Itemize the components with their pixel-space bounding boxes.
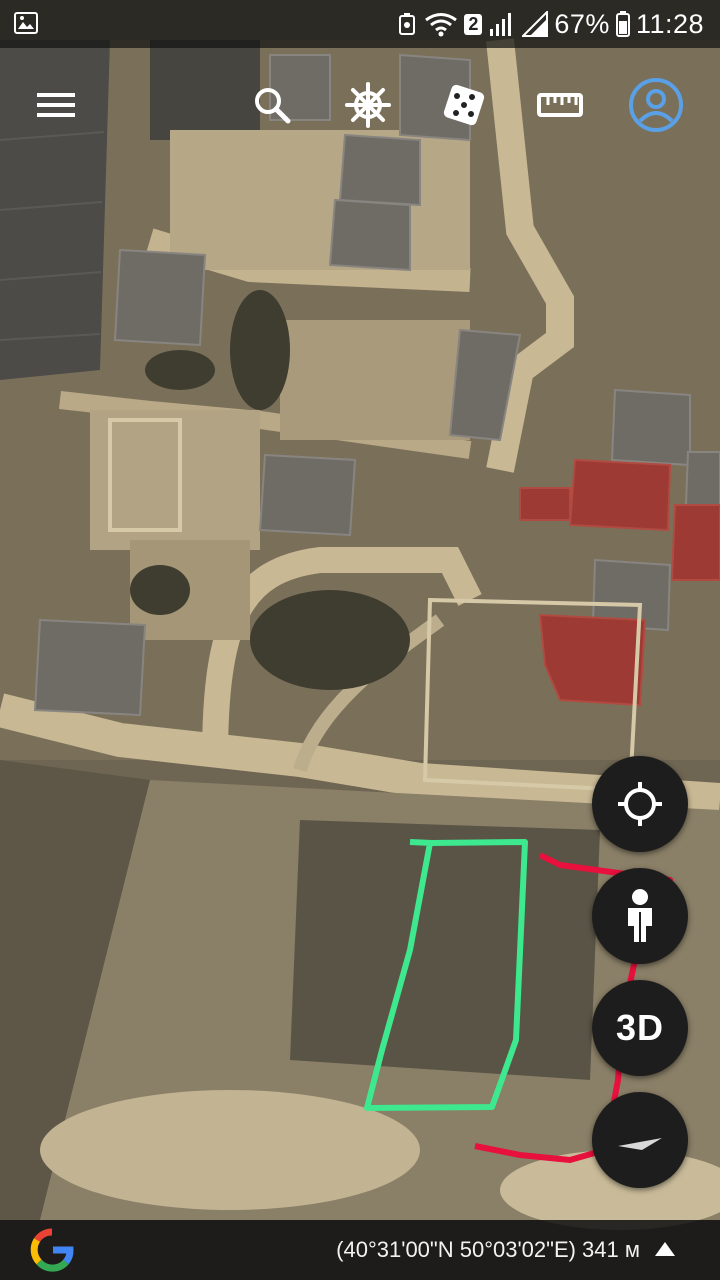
- search-button[interactable]: [240, 62, 304, 148]
- chevron-up-icon[interactable]: [654, 1240, 676, 1258]
- clock: 11:28: [635, 8, 704, 39]
- signal-icon-2: [522, 11, 549, 37]
- menu-button[interactable]: [24, 62, 88, 148]
- search-icon: [255, 88, 291, 124]
- satellite-map[interactable]: [0, 0, 720, 1280]
- my-location-button[interactable]: [592, 756, 688, 852]
- gallery-notification-icon: [14, 12, 38, 34]
- hamburger-menu-icon: [37, 93, 75, 117]
- feeling-lucky-button[interactable]: [432, 62, 496, 148]
- street-view-button[interactable]: [592, 868, 688, 964]
- ship-wheel-icon: [345, 82, 391, 128]
- compass-button[interactable]: [592, 1092, 688, 1188]
- battery-icon: [615, 11, 630, 37]
- measure-button[interactable]: [528, 62, 592, 148]
- compass-icon: [618, 1138, 662, 1150]
- voyager-button[interactable]: [336, 62, 400, 148]
- 3d-toggle-button[interactable]: 3D: [592, 980, 688, 1076]
- top-toolbar: [0, 62, 720, 148]
- status-bar: 2 67% 11:28: [0, 0, 720, 48]
- pegman-icon: [628, 889, 652, 942]
- ruler-icon: [537, 93, 583, 117]
- wifi-icon: [425, 13, 458, 37]
- coordinates-altitude: (40°31'00"N 50°03'02"E) 341 м: [336, 1237, 640, 1262]
- signal-icon: [490, 13, 512, 36]
- dice-icon: [443, 84, 485, 126]
- battery-saver-icon: [399, 13, 416, 35]
- crosshair-icon: [618, 782, 662, 826]
- google-logo-icon: [30, 1228, 74, 1272]
- account-button[interactable]: [622, 62, 690, 148]
- bottom-info-bar: (40°31'00"N 50°03'02"E) 341 м: [0, 1220, 720, 1280]
- sim-slot-badge: 2: [464, 13, 483, 35]
- battery-percent: 67%: [554, 8, 610, 39]
- account-circle-icon: [629, 78, 683, 132]
